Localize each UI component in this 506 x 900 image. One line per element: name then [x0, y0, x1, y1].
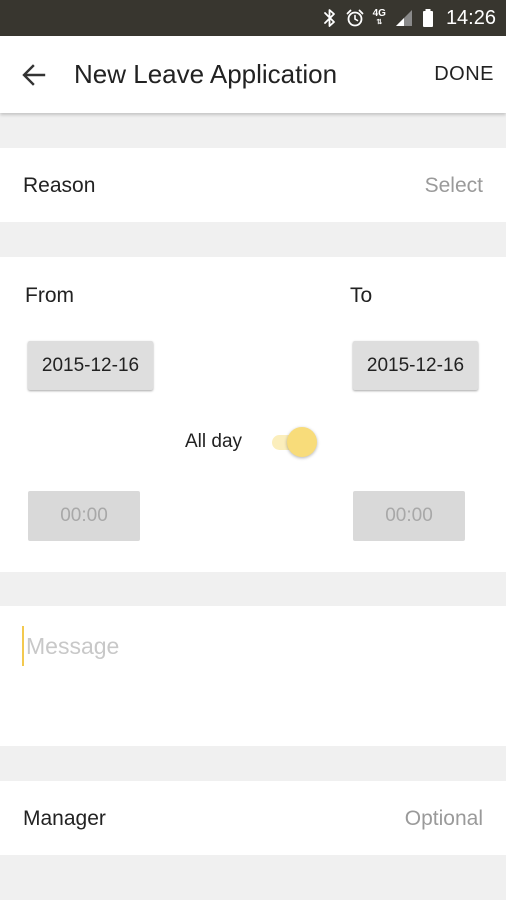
from-label: From [25, 284, 74, 307]
status-time: 14:26 [445, 6, 496, 29]
to-label: To [350, 284, 373, 307]
app-bar: New Leave Application DONE [0, 36, 506, 113]
reason-select[interactable]: Select [425, 174, 483, 198]
from-time-button: 00:00 [28, 491, 140, 541]
message-section [0, 606, 506, 746]
status-bar: 4G ⇅ 14:26 [0, 0, 506, 36]
message-input[interactable] [22, 626, 486, 666]
bluetooth-icon [323, 8, 337, 28]
alarm-icon [345, 8, 365, 28]
done-button[interactable]: DONE [424, 36, 494, 113]
manager-select[interactable]: Optional [405, 807, 483, 831]
all-day-toggle[interactable] [270, 427, 318, 457]
to-time-button: 00:00 [353, 491, 465, 541]
all-day-label: All day [185, 431, 243, 452]
reason-row[interactable]: Reason Select [0, 148, 506, 222]
manager-row[interactable]: Manager Optional [0, 781, 506, 855]
battery-icon [422, 8, 434, 28]
toggle-thumb [287, 427, 317, 457]
back-button[interactable] [14, 55, 54, 95]
4g-icon: 4G ⇅ [372, 8, 386, 27]
page-title: New Leave Application [74, 59, 338, 89]
to-date-button[interactable]: 2015-12-16 [353, 341, 478, 390]
signal-icon [394, 8, 414, 28]
reason-label: Reason [23, 174, 96, 197]
date-section: From To 2015-12-16 2015-12-16 All day 00… [0, 257, 506, 572]
network-type: 4G [372, 8, 386, 19]
status-icons: 4G ⇅ 14:26 [323, 0, 496, 36]
from-date-button[interactable]: 2015-12-16 [28, 341, 153, 390]
manager-label: Manager [23, 807, 106, 830]
arrow-left-icon [22, 64, 46, 86]
